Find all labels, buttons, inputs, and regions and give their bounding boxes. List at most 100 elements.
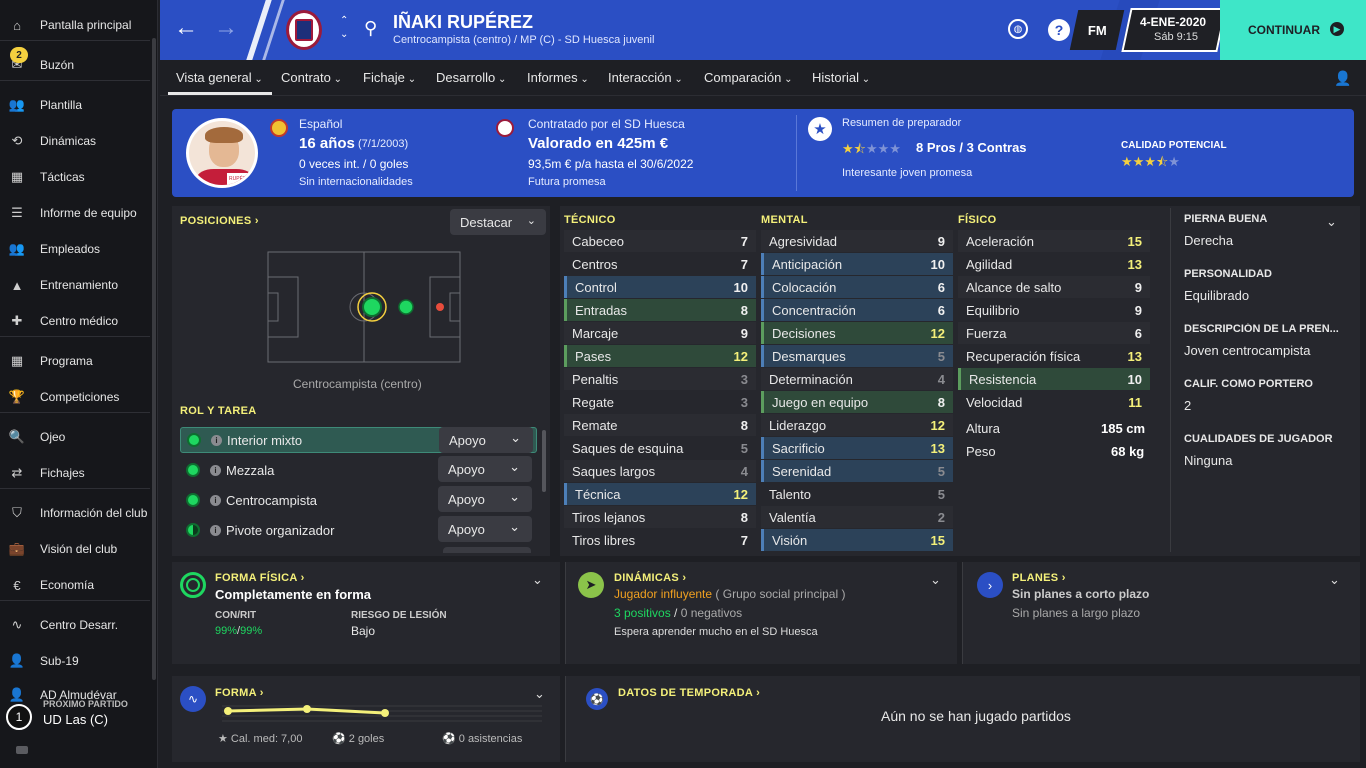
- tab-contrato[interactable]: Contrato ⌄: [281, 70, 342, 85]
- duty-dropdown[interactable]: [443, 547, 531, 553]
- coach-report-title[interactable]: Resumen de preparador: [842, 117, 961, 129]
- form-chevron-icon[interactable]: ⌄: [534, 686, 545, 702]
- duty-dropdown[interactable]: Apoyo ⌄: [439, 427, 533, 453]
- attribute-row-mental[interactable]: Agresividad 9: [761, 230, 953, 252]
- attribute-row-technical[interactable]: Técnica 12: [564, 483, 756, 505]
- continue-button[interactable]: CONTINUAR ▶: [1220, 0, 1366, 60]
- tab-desarrollo[interactable]: Desarrollo ⌄: [436, 70, 506, 85]
- attribute-row-mental[interactable]: Talento 5: [761, 483, 953, 505]
- duty-dropdown[interactable]: Apoyo ⌄: [438, 486, 532, 512]
- attribute-row-technical[interactable]: Remate 8: [564, 414, 756, 436]
- attribute-row-mental[interactable]: Colocación 6: [761, 276, 953, 298]
- attribute-row-mental[interactable]: Concentración 6: [761, 299, 953, 321]
- attribute-row-mental[interactable]: Sacrificio 13: [761, 437, 953, 459]
- info-icon[interactable]: i: [210, 464, 221, 476]
- plans-title[interactable]: PLANES ›: [1012, 572, 1066, 584]
- sidebar-item-medical[interactable]: ✚ Centro médico: [0, 306, 150, 336]
- form-title[interactable]: FORMA ›: [215, 687, 264, 699]
- sidebar-item-dynamics[interactable]: ⟲ Dinámicas: [0, 126, 150, 156]
- info-icon[interactable]: i: [211, 434, 222, 446]
- sidebar-item-staff[interactable]: 👥 Empleados: [0, 234, 150, 264]
- attribute-row-technical[interactable]: Cabeceo 7: [564, 230, 756, 252]
- sidebar-item-transfers[interactable]: ⇄ Fichajes: [0, 458, 150, 488]
- attribute-row-technical[interactable]: Marcaje 9: [564, 322, 756, 344]
- back-arrow-icon[interactable]: ←: [174, 14, 198, 42]
- tab-interacci-n[interactable]: Interacción ⌄: [608, 70, 683, 85]
- attribute-row-mental[interactable]: Serenidad 5: [761, 460, 953, 482]
- sidebar-item-development[interactable]: ∿ Centro Desarr.: [0, 610, 150, 640]
- club-crest[interactable]: [286, 10, 322, 50]
- highlight-dropdown[interactable]: Destacar ⌄: [450, 209, 546, 235]
- attribute-row-technical[interactable]: Entradas 8: [564, 299, 756, 321]
- sidebar-item-training[interactable]: ▲ Entrenamiento: [0, 270, 150, 300]
- attribute-row-technical[interactable]: Tiros libres 7: [564, 529, 756, 551]
- attribute-row-technical[interactable]: Regate 3: [564, 391, 756, 413]
- search-icon[interactable]: ⚲: [364, 18, 377, 39]
- role-row[interactable]: i Centrocampista Apoyo ⌄: [180, 486, 537, 513]
- sidebar-scrollbar[interactable]: [152, 38, 156, 680]
- compare-players-icon[interactable]: 👤: [1334, 70, 1351, 87]
- attribute-row-mental[interactable]: Valentía 2: [761, 506, 953, 528]
- positions-title[interactable]: POSICIONES ›: [180, 215, 259, 227]
- fitness-title[interactable]: FORMA FÍSICA ›: [215, 572, 305, 584]
- forward-arrow-icon[interactable]: →: [214, 14, 238, 42]
- tab-fichaje[interactable]: Fichaje ⌄: [363, 70, 416, 85]
- tab-comparaci-n[interactable]: Comparación ⌄: [704, 70, 793, 85]
- attribute-row-technical[interactable]: Penaltis 3: [564, 368, 756, 390]
- attribute-row-physical[interactable]: Recuperación física 13: [958, 345, 1150, 367]
- plans-chevron-icon[interactable]: ⌄: [1329, 572, 1340, 588]
- attribute-row-technical[interactable]: Saques largos 4: [564, 460, 756, 482]
- fitness-chevron-icon[interactable]: ⌄: [532, 572, 543, 588]
- attribute-row-mental[interactable]: Liderazgo 12: [761, 414, 953, 436]
- tab-vista-general[interactable]: Vista general ⌄: [176, 70, 263, 85]
- tab-informes[interactable]: Informes ⌄: [527, 70, 589, 85]
- sidebar-item-u19[interactable]: 👤 Sub-19: [0, 646, 150, 676]
- attribute-row-physical[interactable]: Equilibrio 9: [958, 299, 1150, 321]
- sidebar-item-home[interactable]: ⌂ Pantalla principal: [0, 10, 150, 40]
- attribute-row-mental[interactable]: Decisiones 12: [761, 322, 953, 344]
- sidebar-item-calendar[interactable]: ▦ Programa: [0, 346, 150, 376]
- player-switch-icon[interactable]: ⌃ ⌄: [340, 14, 348, 42]
- info-icon[interactable]: i: [210, 494, 221, 506]
- duty-dropdown[interactable]: Apoyo ⌄: [438, 516, 532, 542]
- contract-title[interactable]: Contratado por el SD Huesca: [528, 117, 685, 131]
- attribute-row-physical[interactable]: Fuerza 6: [958, 322, 1150, 344]
- attribute-row-physical[interactable]: Alcance de salto 9: [958, 276, 1150, 298]
- roles-scrollbar[interactable]: [542, 430, 546, 492]
- world-icon[interactable]: ◍: [1008, 19, 1028, 39]
- season-stats-title[interactable]: DATOS DE TEMPORADA ›: [618, 687, 760, 699]
- role-row[interactable]: i Pivote organizador Apoyo ⌄: [180, 516, 537, 543]
- attribute-row-technical[interactable]: Pases 12: [564, 345, 756, 367]
- sidebar-item-scouting[interactable]: 🔍 Ojeo: [0, 422, 150, 452]
- tab-historial[interactable]: Historial ⌄: [812, 70, 870, 85]
- attribute-row-technical[interactable]: Tiros lejanos 8: [564, 506, 756, 528]
- sidebar-item-trophy[interactable]: 🏆 Competiciones: [0, 382, 150, 412]
- attribute-row-mental[interactable]: Juego en equipo 8: [761, 391, 953, 413]
- sidebar-item-club-info[interactable]: ⛉ Información del club: [0, 498, 150, 528]
- help-icon[interactable]: ?: [1048, 19, 1070, 41]
- info-icon[interactable]: i: [210, 524, 221, 536]
- attribute-row-physical[interactable]: Agilidad 13: [958, 253, 1150, 275]
- attribute-row-technical[interactable]: Centros 7: [564, 253, 756, 275]
- attribute-row-technical[interactable]: Saques de esquina 5: [564, 437, 756, 459]
- nationality[interactable]: Español: [299, 117, 342, 131]
- sidebar-item-report[interactable]: ☰ Informe de equipo: [0, 198, 150, 228]
- attribute-row-physical[interactable]: Aceleración 15: [958, 230, 1150, 252]
- duty-dropdown[interactable]: Apoyo ⌄: [438, 456, 532, 482]
- sidebar-item-club-vision[interactable]: 💼 Visión del club: [0, 534, 150, 564]
- sidebar-item-tactics[interactable]: ▦ Tácticas: [0, 162, 150, 192]
- details-chevron-icon[interactable]: ⌄: [1326, 214, 1337, 230]
- fm-menu-button[interactable]: FM: [1069, 10, 1125, 50]
- role-row[interactable]: i Mezzala Apoyo ⌄: [180, 456, 537, 483]
- dynamics-title[interactable]: DINÁMICAS ›: [614, 572, 686, 584]
- attribute-row-physical[interactable]: Resistencia 10: [958, 368, 1150, 390]
- attribute-row-mental[interactable]: Desmarques 5: [761, 345, 953, 367]
- dynamics-chevron-icon[interactable]: ⌄: [930, 572, 941, 588]
- attribute-row-physical[interactable]: Velocidad 11: [958, 391, 1150, 413]
- sidebar-item-finances[interactable]: € Economía: [0, 570, 150, 600]
- role-row[interactable]: i Interior mixto Apoyo ⌄: [180, 427, 537, 453]
- attribute-row-technical[interactable]: Control 10: [564, 276, 756, 298]
- attribute-row-mental[interactable]: Determinación 4: [761, 368, 953, 390]
- sidebar-item-inbox[interactable]: ✉ Buzón 2: [0, 47, 150, 80]
- attribute-row-mental[interactable]: Visión 15: [761, 529, 953, 551]
